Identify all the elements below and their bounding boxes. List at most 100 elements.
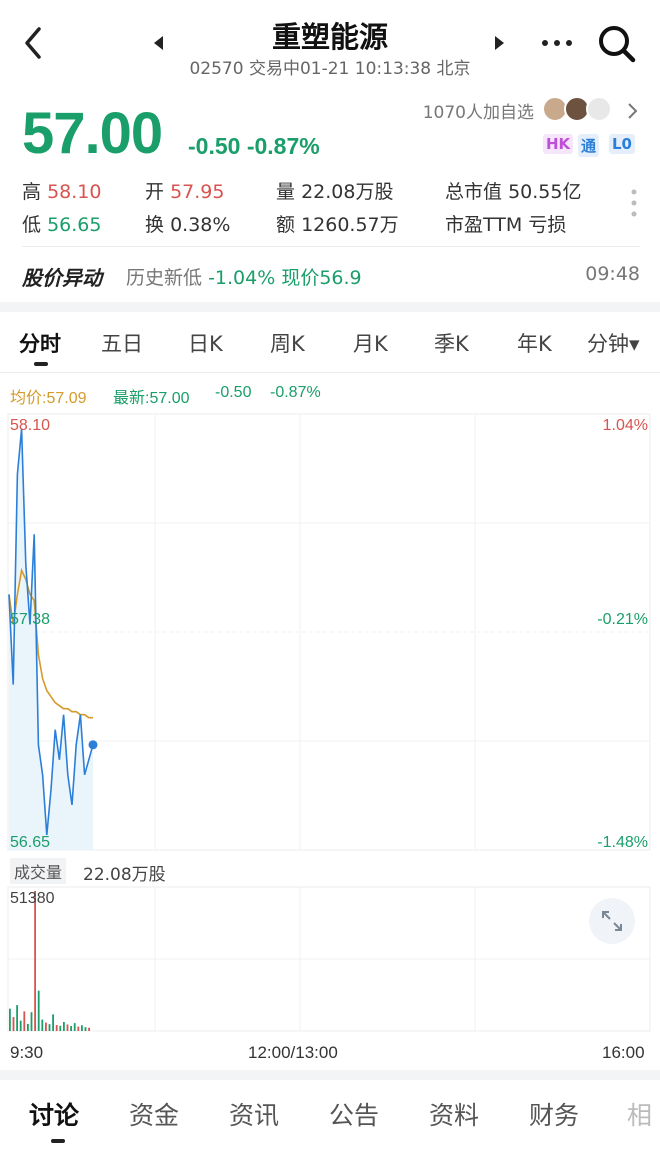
alert-now: 现价56.9 — [281, 267, 362, 289]
expand-icon — [602, 911, 622, 931]
tab-announcements[interactable]: 公告 — [329, 1096, 379, 1132]
volume-bar — [30, 1012, 33, 1031]
tab-financials[interactable]: 财务 — [529, 1096, 579, 1132]
stat-volume: 量 22.08万股 — [276, 177, 393, 204]
price-grid — [7, 413, 651, 851]
stat-open-label: 开 — [145, 181, 165, 203]
active-bottom-tab-indicator — [51, 1139, 65, 1143]
volume-bar — [23, 1011, 26, 1031]
stat-pe-label: 市盈TTM — [445, 214, 523, 236]
tab-discussion[interactable]: 讨论 — [29, 1096, 79, 1132]
legend-latest: 最新:57.00 — [113, 390, 190, 407]
alert-desc: 历史新低 — [126, 267, 203, 289]
chevron-right-icon[interactable] — [627, 102, 639, 120]
volume-bar — [37, 990, 40, 1031]
latest-price-dot — [88, 740, 98, 750]
stat-high-value: 58.10 — [47, 181, 102, 203]
more-stats-icon[interactable] — [630, 188, 638, 218]
tab-monthly-k[interactable]: 月K — [353, 328, 388, 358]
volume-bar — [81, 1025, 83, 1031]
stat-pe: 市盈TTM 亏损 — [445, 210, 566, 237]
tab-intraday[interactable]: 分时 — [19, 328, 61, 358]
stat-open: 开 57.95 — [145, 177, 224, 204]
grid-frame — [7, 413, 651, 851]
volume-total: 22.08万股 — [83, 865, 166, 885]
x-label-start: 9:30 — [10, 1043, 44, 1062]
r-label-top: 1.04% — [602, 417, 648, 434]
price-change: -0.50 -0.87% — [188, 133, 320, 160]
badge-connect: 通 — [578, 134, 600, 157]
page-title: 重塑能源 — [271, 20, 388, 54]
status-line: 02570 交易中01-21 10:13:38 北京 — [0, 54, 660, 79]
r-label-mid: -0.21% — [597, 611, 648, 628]
stat-turnover-label: 换 — [145, 214, 165, 236]
volume-bars — [9, 891, 90, 1031]
stat-volume-label: 量 — [276, 181, 296, 203]
tab-minute[interactable]: 分钟▾ — [587, 328, 640, 358]
volume-bar — [55, 1025, 58, 1031]
badge-level: L0 — [609, 134, 635, 154]
followers-count[interactable]: 1070人加自选 — [423, 98, 534, 123]
tab-daily-k[interactable]: 日K — [188, 328, 223, 358]
stat-low: 低 56.65 — [22, 210, 101, 237]
volume-grid — [7, 886, 651, 1032]
volume-bar — [59, 1025, 62, 1031]
volume-bar — [19, 1020, 22, 1031]
price-alert[interactable]: 股价异动 历史新低 -1.04% 现价56.9 09:48 — [22, 262, 640, 290]
stat-high: 高 58.10 — [22, 177, 101, 204]
tab-funds[interactable]: 资金 — [129, 1096, 179, 1132]
intraday-price-chart[interactable] — [0, 410, 660, 855]
volume-bar — [63, 1022, 65, 1031]
volume-label: 成交量 — [10, 858, 67, 884]
stat-pe-value: 亏损 — [528, 214, 567, 236]
badge-hk: HK — [543, 134, 574, 154]
volume-bar — [34, 891, 36, 1031]
volume-bar — [41, 1019, 44, 1031]
stat-volume-value: 22.08万股 — [301, 181, 394, 203]
last-price: 57.00 — [22, 101, 163, 166]
volume-bar — [73, 1023, 76, 1031]
y-label-mid: 57.38 — [10, 611, 51, 628]
divider — [22, 246, 640, 247]
change-value: -0.50 — [188, 133, 241, 159]
alert-title: 股价异动 — [22, 266, 102, 290]
alert-text: 历史新低 -1.04% 现价56.9 — [126, 263, 362, 290]
tab-weekly-k[interactable]: 周K — [270, 328, 305, 358]
tab-profile[interactable]: 资料 — [429, 1096, 479, 1132]
tab-5day[interactable]: 五日 — [101, 328, 143, 358]
section-gap — [0, 1070, 660, 1080]
stock-code: 02570 — [189, 59, 244, 79]
stat-mcap-label: 总市值 — [445, 181, 503, 203]
search-icon[interactable] — [597, 24, 637, 64]
volume-bar — [12, 1017, 15, 1031]
volume-bar — [9, 1008, 11, 1031]
r-label-bot: -1.48% — [597, 834, 648, 851]
tab-news[interactable]: 资讯 — [229, 1096, 279, 1132]
tab-related[interactable]: 相 — [627, 1096, 652, 1132]
alert-pct: -1.04% — [208, 267, 276, 289]
next-stock-icon[interactable] — [494, 35, 506, 51]
change-percent: -0.87% — [246, 133, 320, 159]
section-gap — [0, 302, 660, 312]
stat-high-label: 高 — [22, 181, 42, 203]
stat-amount: 额 1260.57万 — [276, 210, 399, 237]
volume-bar — [27, 1023, 29, 1031]
y-label-bot: 56.65 — [10, 834, 51, 851]
expand-chart-button[interactable] — [589, 898, 635, 944]
volume-bar — [52, 1014, 54, 1031]
stat-turnover: 换 0.38% — [145, 210, 230, 237]
stat-mcap: 总市值 50.55亿 — [445, 177, 581, 204]
legend-chg: -0.50 — [215, 384, 252, 401]
legend-avg: 均价:57.09 — [10, 390, 87, 407]
more-icon[interactable] — [541, 38, 573, 48]
volume-chart[interactable] — [0, 885, 660, 1035]
follower-avatars[interactable] — [542, 96, 618, 124]
avatar — [586, 96, 612, 122]
tab-yearly-k[interactable]: 年K — [517, 328, 552, 358]
active-tab-indicator — [34, 362, 48, 366]
volume-max-label: 51380 — [10, 890, 55, 907]
price-marks — [8, 428, 98, 850]
volume-bar — [88, 1027, 90, 1031]
tab-quarterly-k[interactable]: 季K — [434, 328, 469, 358]
x-label-mid: 12:00/13:00 — [248, 1043, 338, 1062]
